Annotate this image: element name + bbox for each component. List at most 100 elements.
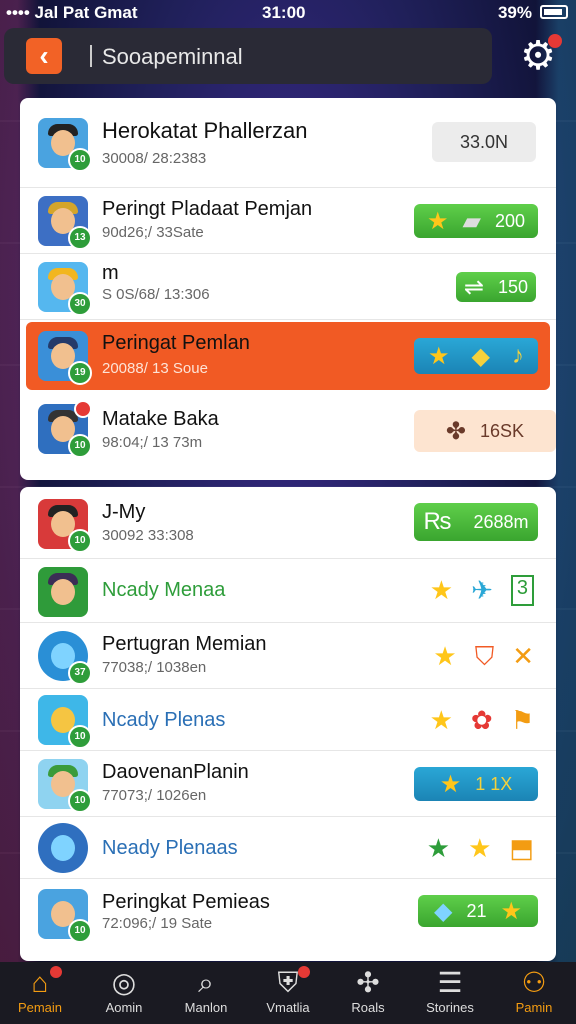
notification-badge — [74, 400, 92, 418]
nav-item-vmatlia[interactable]: ⛨ Vmatlia — [252, 966, 324, 1015]
nav-item-pemain[interactable]: ⌂ Pemain — [4, 966, 76, 1015]
score-pill[interactable]: ★ ◆ ♪ — [414, 338, 538, 374]
level-badge: 10 — [68, 725, 92, 749]
level-badge: 19 — [68, 361, 92, 385]
avatar: 19 — [38, 331, 92, 385]
level-badge: 37 — [68, 661, 92, 685]
flower-icon: ✿ — [470, 705, 493, 735]
clock: 31:00 — [262, 3, 306, 22]
avatar: 10 — [38, 695, 92, 749]
back-button[interactable]: ‹ — [26, 38, 62, 74]
nav-item-aomin[interactable]: ◎ Aomin — [88, 966, 160, 1015]
star-icon: ★ — [429, 705, 453, 735]
carrier-label: •••• Jal Pat Gmat — [6, 3, 138, 22]
player-sub: 98:04;/ 13 73m — [102, 434, 203, 451]
list-item[interactable]: 30 m S 0S/68/ 13:306 ⇌ 150 — [20, 254, 556, 320]
header-bar: ‹ Sooapeminnal — [4, 28, 492, 84]
player-name: DaovenanPlanin — [102, 761, 249, 783]
bucket-icon: ⛉ — [474, 641, 495, 671]
green-star-icon: ★ — [426, 833, 451, 863]
avatar: 13 — [38, 196, 92, 250]
score-pill[interactable]: ✤ 16SK — [414, 410, 556, 452]
level-badge: 10 — [68, 529, 92, 553]
nav-item-roals[interactable]: ✣ Roals — [332, 966, 404, 1015]
nav-item-storines[interactable]: ☰ Storines — [414, 966, 486, 1015]
player-name: Peringat Pemlan — [102, 332, 250, 354]
list-item[interactable]: 37 Pertugran Memian 77038;/ 1038en ★ ⛉ ✕ — [20, 623, 556, 689]
avatar: 10 — [38, 889, 92, 943]
level-badge: 30 — [68, 292, 92, 316]
search-icon: ⌕ — [198, 967, 214, 998]
battery-percent: 39% — [497, 3, 532, 22]
list-item[interactable]: 10 Peringkat Pemieas 72:096;/ 19 Sate ◆ … — [20, 879, 556, 961]
avatar: 10 — [38, 400, 92, 458]
star-icon: ★ — [429, 575, 454, 605]
list-item[interactable]: 10 Matake Baka 98:04;/ 13 73m ✤ 16SK — [20, 392, 556, 480]
score-pill[interactable]: ★ 1 1X — [414, 767, 538, 801]
cash-icon: ₨ — [423, 508, 452, 535]
list-item[interactable]: 10 J-My 30092 33:308 ₨ 2688m — [20, 487, 556, 559]
player-name: Ncady Plenas — [102, 709, 226, 731]
cash-icon: ⇌ — [463, 273, 485, 301]
cross-icon: ✕ — [512, 641, 534, 671]
settings-button[interactable]: ⚙ — [516, 34, 562, 78]
player-sub: 77038;/ 1038en — [102, 659, 207, 676]
player-name: J-My — [102, 501, 146, 523]
player-sub: 77073;/ 1026en — [102, 787, 207, 804]
score-pill[interactable]: ◆ 21 ★ — [418, 895, 538, 927]
player-name: Herokatat Phallerzan — [102, 118, 308, 143]
plane-icon: ✈ — [471, 575, 493, 605]
avatar: 30 — [38, 262, 92, 316]
player-name: Peringkat Pemieas — [102, 891, 270, 913]
player-name: m — [102, 262, 119, 284]
list-item-highlighted[interactable]: 19 Peringat Pemlan 20088/ 13 Soue ★ ◆ ♪ — [26, 322, 550, 390]
status-bar: •••• Jal Pat Gmat 31:00 39% — [0, 0, 576, 26]
score-pill[interactable]: ₨ 2688m — [414, 503, 538, 541]
green-box-icon: 3 — [510, 575, 534, 606]
nav-item-manlon[interactable]: ⌕ Manlon — [170, 966, 242, 1015]
list-item[interactable]: 13 Peringt Pladaat Pemjan 90d26;/ 33Sate… — [20, 188, 556, 254]
list-item[interactable]: 10 Ncady Plenas ★ ✿ ⚑ — [20, 689, 556, 751]
reward-icons: ★ ✿ ⚑ — [430, 705, 534, 736]
player-sub: S 0S/68/ 13:306 — [102, 286, 210, 303]
level-badge: 10 — [68, 789, 92, 813]
reward-icons: ★ ✈ 3 — [430, 575, 534, 606]
nav-item-pamin[interactable]: ⚇ Pamin — [498, 966, 570, 1015]
avatar: 10 — [38, 118, 92, 172]
notification-badge — [548, 34, 562, 48]
list-item[interactable]: 10 DaovenanPlanin 77073;/ 1026en ★ 1 1X — [20, 751, 556, 817]
target-icon: ◎ — [111, 967, 137, 998]
battery-icon — [540, 5, 568, 19]
list-item[interactable]: Ncady Menaa ★ ✈ 3 — [20, 559, 556, 623]
score-pill[interactable]: 33.0N — [432, 122, 536, 162]
gold-icon: ◆ — [471, 342, 490, 370]
cash-icon: ▰ — [462, 207, 481, 235]
home-icon: ⌂ — [4, 966, 76, 1000]
score-pill[interactable]: ★ ▰ 200 — [414, 204, 538, 238]
player-name: Pertugran Memian — [102, 633, 267, 655]
star-icon: ★ — [468, 833, 492, 863]
fan-icon: ✣ — [356, 967, 380, 998]
level-badge: 10 — [68, 434, 92, 458]
star-icon: ★ — [428, 342, 450, 370]
level-badge: 10 — [68, 919, 92, 943]
header-divider — [90, 45, 92, 67]
score-pill[interactable]: ⇌ 150 — [456, 272, 536, 302]
star-icon: ★ — [439, 770, 462, 798]
star-icon: ★ — [426, 207, 449, 235]
avatar — [38, 567, 88, 617]
avatar — [38, 823, 88, 873]
star-icon: ★ — [433, 641, 457, 671]
gem-icon: ◆ — [433, 897, 453, 925]
paw-icon: ✤ — [445, 417, 467, 445]
list-item[interactable]: 10 Herokatat Phallerzan 30008/ 28:2383 3… — [20, 98, 556, 188]
player-sub: 30092 33:308 — [102, 527, 194, 544]
player-sub: 90d26;/ 33Sate — [102, 224, 204, 241]
list-item[interactable]: Neady Plenaas ★ ★ ⬒ — [20, 817, 556, 879]
page-title: Sooapeminnal — [102, 44, 243, 69]
level-badge: 13 — [68, 226, 92, 250]
avatar: 37 — [38, 631, 92, 685]
people-icon: ⚇ — [521, 967, 547, 998]
star-icon: ★ — [500, 897, 522, 925]
reward-icons: ★ ⛉ ✕ — [433, 641, 534, 673]
